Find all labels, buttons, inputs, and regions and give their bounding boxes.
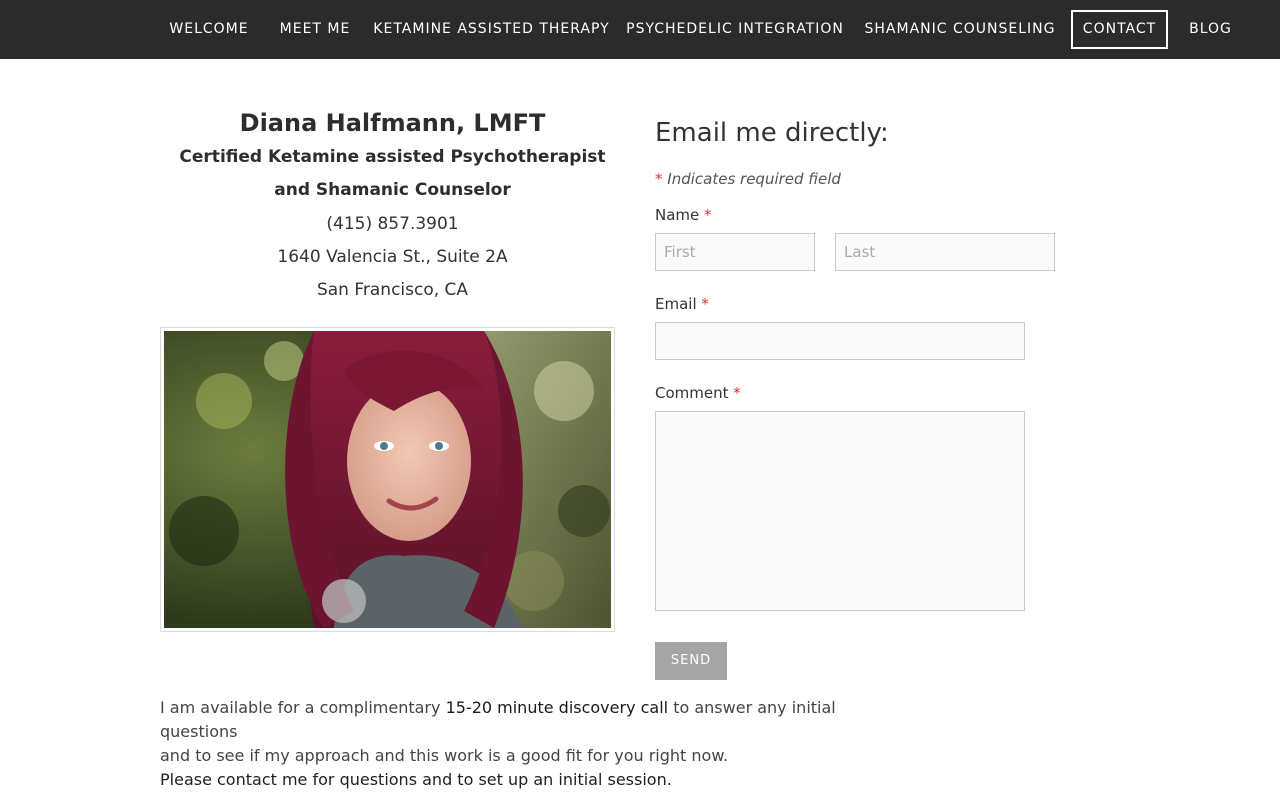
name-label: Name * [655,206,712,224]
nav-item-meet-me[interactable]: MEET ME [272,10,358,49]
email-field[interactable] [655,322,1025,360]
para1-line2: and to see if my approach and this work … [160,746,729,765]
last-name-field[interactable]: Last [835,233,1055,271]
discovery-call-paragraph: I am available for a complimentary 15-20… [160,696,860,768]
name-required-star: * [704,206,712,224]
email-label-text: Email [655,295,697,313]
nav-item-ketamine-assisted-therapy[interactable]: KETAMINE ASSISTED THERAPY [372,10,611,49]
comment-label-text: Comment [655,384,729,402]
required-star: * [655,170,663,188]
nav-item-blog[interactable]: BLOG [1180,10,1241,49]
email-required-star: * [701,295,709,313]
credential-line-1: Certified Ketamine assisted Psychotherap… [179,147,606,167]
comment-label: Comment * [655,384,741,402]
nav-item-shamanic-counseling[interactable]: SHAMANIC COUNSELING [860,10,1060,49]
nav-item-contact[interactable]: CONTACT [1071,10,1168,49]
discovery-call-highlight: 15-20 minute discovery call [445,698,669,717]
para1-before: I am available for a complimentary [160,698,446,717]
portrait-photo [164,331,611,628]
name-label-text: Name [655,206,700,224]
top-navigation-bar: WELCOME MEET ME KETAMINE ASSISTED THERAP… [0,0,1280,59]
address-line-1: 1640 Valencia St., Suite 2A [277,247,508,267]
nav-item-welcome[interactable]: WELCOME [160,10,258,49]
credential-line-2: and Shamanic Counselor [274,180,511,200]
email-label: Email * [655,295,709,313]
comment-textarea[interactable] [655,411,1025,611]
portrait-photo-frame [160,327,615,632]
practitioner-name: Diana Halfmann, LMFT [239,109,546,137]
nav-item-psychedelic-integration[interactable]: PSYCHEDELIC INTEGRATION [624,10,846,49]
send-button[interactable]: SEND [655,642,727,680]
comment-required-star: * [733,384,741,402]
contact-me-paragraph: Please contact me for questions and to s… [160,770,672,789]
form-heading: Email me directly: [655,118,889,148]
required-field-note: * Indicates required field [655,170,841,188]
required-note-text: Indicates required field [667,170,841,188]
address-line-2: San Francisco, CA [316,280,469,300]
first-name-field[interactable]: First [655,233,815,271]
phone-number[interactable]: (415) 857.3901 [160,214,625,234]
